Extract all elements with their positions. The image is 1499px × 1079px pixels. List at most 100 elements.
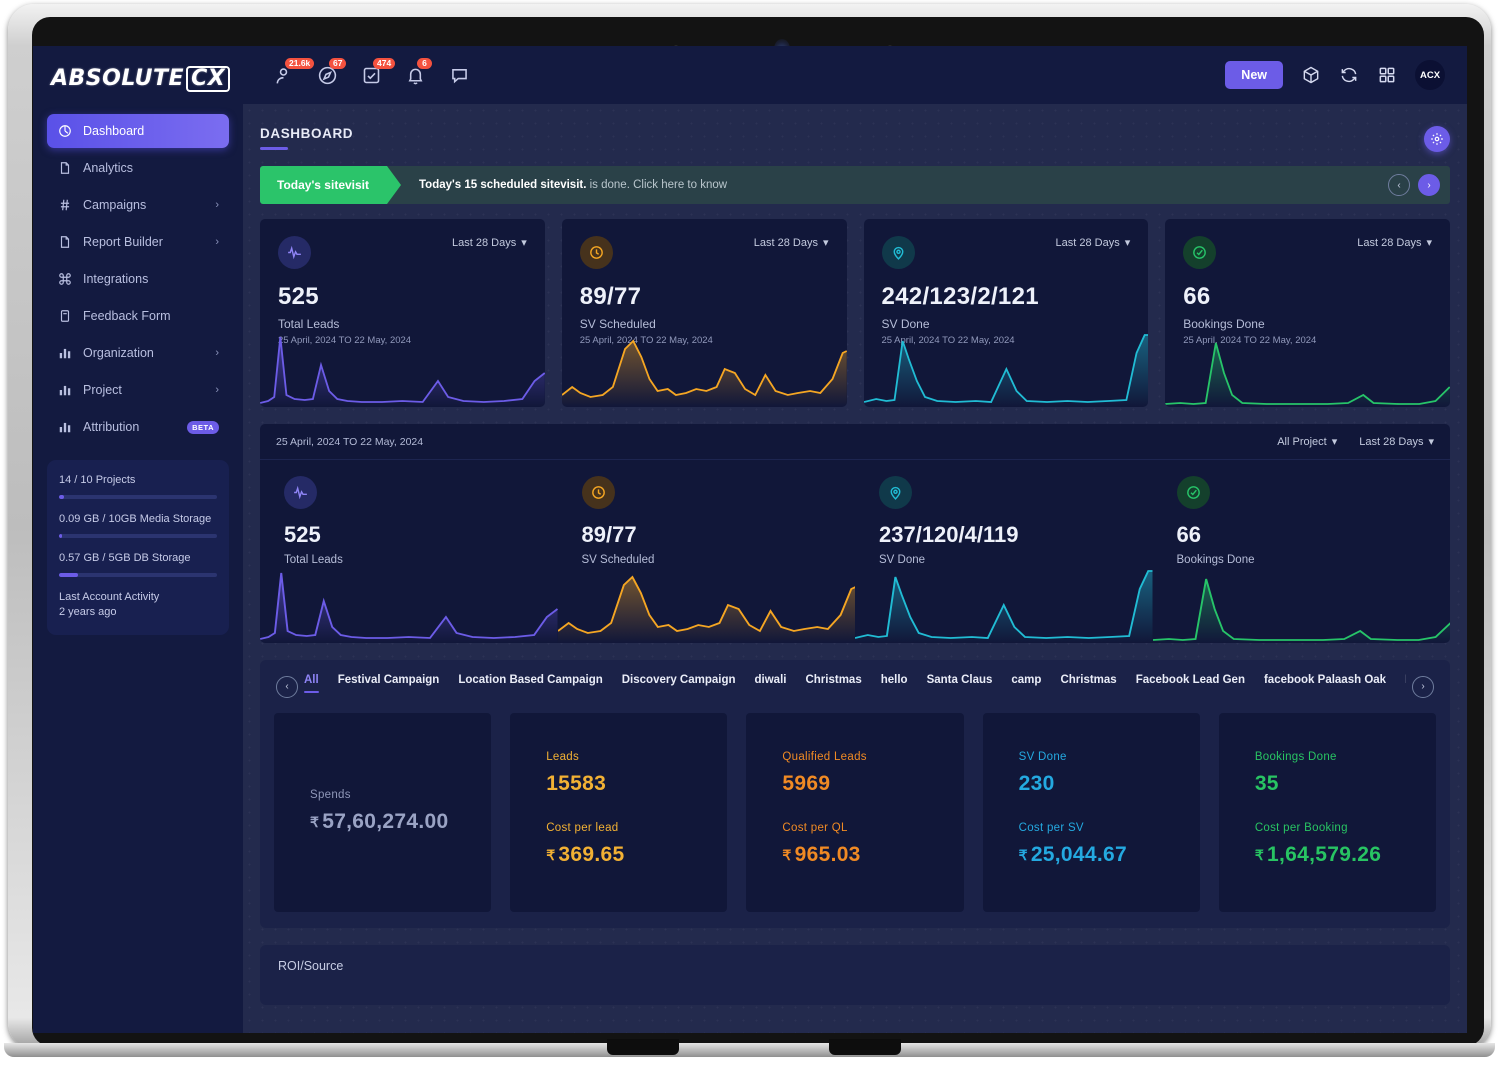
sparkline-sv-scheduled <box>561 329 847 407</box>
db-usage-label: 0.57 GB / 5GB DB Storage <box>59 551 191 564</box>
stat-value: 66 <box>1183 283 1211 310</box>
user-icon[interactable]: 21.6k <box>273 57 315 86</box>
tab-camp[interactable]: camp <box>1011 674 1041 691</box>
media-usage-bar <box>59 533 217 538</box>
banner-nav: ‹ › <box>1388 174 1450 196</box>
range-selector[interactable]: Last 28 Days ▾ <box>754 236 829 250</box>
tab-feb-campiagn[interactable]: Feb Campiagn <box>1405 674 1406 691</box>
tab-santa-claus[interactable]: Santa Claus <box>927 674 993 691</box>
compass-badge: 67 <box>329 57 347 69</box>
project-stats-panel: 25 April, 2024 TO 22 May, 2024 All Proje… <box>260 424 1450 643</box>
projects-usage-label: 14 / 10 Projects <box>59 474 136 486</box>
kpi-card-spends: Spends ₹57,60,274.00 <box>274 713 492 912</box>
stat-value: 525 <box>284 522 321 547</box>
tabs-next-button[interactable]: › <box>1412 675 1434 698</box>
tab-festival-campaign[interactable]: Festival Campaign <box>338 674 440 691</box>
sidebar-item-project[interactable]: Project › <box>47 373 229 407</box>
roi-source-panel: ROI/Source <box>260 945 1450 1005</box>
kpi-amount: 57,60,274.00 <box>322 810 449 833</box>
kpi-label: Bookings Done <box>1254 751 1337 763</box>
campaign-tabs-scroll[interactable]: All Festival Campaign Location Based Cam… <box>304 674 1406 699</box>
tab-diwali[interactable]: diwali <box>755 674 787 691</box>
task-check-icon[interactable]: 474 <box>361 57 396 86</box>
project-filter-selector[interactable]: All Project ▾ <box>1277 435 1337 449</box>
device-foot-left <box>607 1039 679 1055</box>
sparkline-total-leads <box>260 329 545 407</box>
sidebar-label: Organization <box>83 346 154 360</box>
panel-controls: All Project ▾ Last 28 Days ▾ <box>1277 435 1434 449</box>
device-base <box>4 1039 1495 1057</box>
range-selector[interactable]: Last 28 Days ▾ <box>1359 435 1434 449</box>
range-selector[interactable]: Last 28 Days ▾ <box>452 236 527 250</box>
tab-facebook-palaash-oak[interactable]: facebook Palaash Oak <box>1264 674 1386 691</box>
banner-prev-button[interactable]: ‹ <box>1388 174 1410 196</box>
tab-christmas-2[interactable]: Christmas <box>1060 674 1116 691</box>
chat-icon[interactable] <box>449 65 470 86</box>
user-badge: 21.6k <box>285 57 315 69</box>
hash-icon <box>57 198 72 213</box>
sidebar-label: Integrations <box>83 272 149 286</box>
topbar-right-group: New ACX <box>1225 60 1445 90</box>
avatar[interactable]: ACX <box>1415 60 1445 90</box>
sidebar-item-organization[interactable]: Organization › <box>47 336 229 370</box>
tab-christmas[interactable]: Christmas <box>805 674 861 691</box>
rupee-symbol: ₹ <box>1018 847 1028 863</box>
topbar: 21.6k 67 474 6 New ACX <box>243 46 1467 104</box>
sidebar-item-attribution[interactable]: Attribution BETA <box>47 410 229 444</box>
range-label: Last 28 Days <box>1357 236 1422 249</box>
bar-chart-icon <box>57 420 72 435</box>
bar-chart-icon <box>57 383 72 398</box>
pin-icon <box>881 236 915 269</box>
tab-facebook-lead-gen[interactable]: Facebook Lead Gen <box>1136 674 1245 691</box>
sidebar-label: Analytics <box>83 161 134 175</box>
tabs-prev-button[interactable]: ‹ <box>276 675 298 698</box>
gear-icon[interactable] <box>1424 126 1450 152</box>
rupee-symbol: ₹ <box>782 847 792 863</box>
main-content: DASHBOARD Today's sitevisit Today's 15 s… <box>243 104 1467 1033</box>
sidebar-item-integrations[interactable]: Integrations <box>47 262 229 296</box>
kpi-card-sv-done: SV Done 230 Cost per SV ₹25,044.67 <box>982 713 1200 912</box>
logo-badge: CX <box>186 66 231 92</box>
grid-icon[interactable] <box>1377 65 1397 85</box>
sidebar-label: Project <box>83 383 122 397</box>
banner-text: Today's 15 scheduled sitevisit. is done.… <box>419 179 727 191</box>
tab-discovery-campaign[interactable]: Discovery Campaign <box>622 674 736 691</box>
sparkline-total-leads <box>260 565 558 643</box>
sidebar-item-campaigns[interactable]: Campaigns › <box>47 188 229 222</box>
refresh-icon[interactable] <box>1339 65 1359 85</box>
chevron-down-icon: ▾ <box>521 237 527 249</box>
sidebar-item-report-builder[interactable]: Report Builder › <box>47 225 229 259</box>
sidebar-item-analytics[interactable]: Analytics <box>47 151 229 185</box>
stat-value: 525 <box>278 283 319 310</box>
range-selector[interactable]: Last 28 Days ▾ <box>1357 236 1432 250</box>
media-usage-label: 0.09 GB / 10GB Media Storage <box>59 512 212 525</box>
campaign-tabs: ‹ All Festival Campaign Location Based C… <box>274 674 1436 699</box>
kpi-value: 35 <box>1254 772 1279 795</box>
sidebar-label: Attribution <box>83 420 140 434</box>
tab-all[interactable]: All <box>304 674 319 693</box>
bell-badge: 6 <box>417 57 432 69</box>
sidebar-item-dashboard[interactable]: Dashboard <box>47 114 229 148</box>
sidebar-label: Report Builder <box>83 235 163 249</box>
kpi-sub-value: ₹25,044.67 <box>1019 843 1200 867</box>
kpi-amount: 965.03 <box>794 843 861 866</box>
tab-location-based-campaign[interactable]: Location Based Campaign <box>458 674 602 691</box>
rupee-symbol: ₹ <box>1254 847 1265 863</box>
compass-icon[interactable]: 67 <box>317 57 347 86</box>
bell-icon[interactable]: 6 <box>405 57 432 86</box>
rupee-symbol: ₹ <box>310 814 320 830</box>
range-selector[interactable]: Last 28 Days ▾ <box>1056 236 1131 250</box>
app-logo[interactable]: ABSOLUTE CX <box>33 46 243 114</box>
kpi-sub-label: Cost per SV <box>1018 822 1084 834</box>
new-button[interactable]: New <box>1225 61 1283 89</box>
tab-hello[interactable]: hello <box>881 674 908 691</box>
box-icon[interactable] <box>1301 65 1321 85</box>
kpi-sub-label: Cost per lead <box>546 822 619 834</box>
chevron-down-icon: ▾ <box>1426 237 1432 249</box>
sitevisit-banner[interactable]: Today's sitevisit Today's 15 scheduled s… <box>260 166 1450 204</box>
sidebar-item-feedback-form[interactable]: Feedback Form <box>47 299 229 333</box>
kpi-value: 5969 <box>782 772 831 795</box>
clock-icon <box>579 236 613 269</box>
chevron-right-icon: › <box>215 347 219 359</box>
banner-next-button[interactable]: › <box>1418 174 1440 196</box>
